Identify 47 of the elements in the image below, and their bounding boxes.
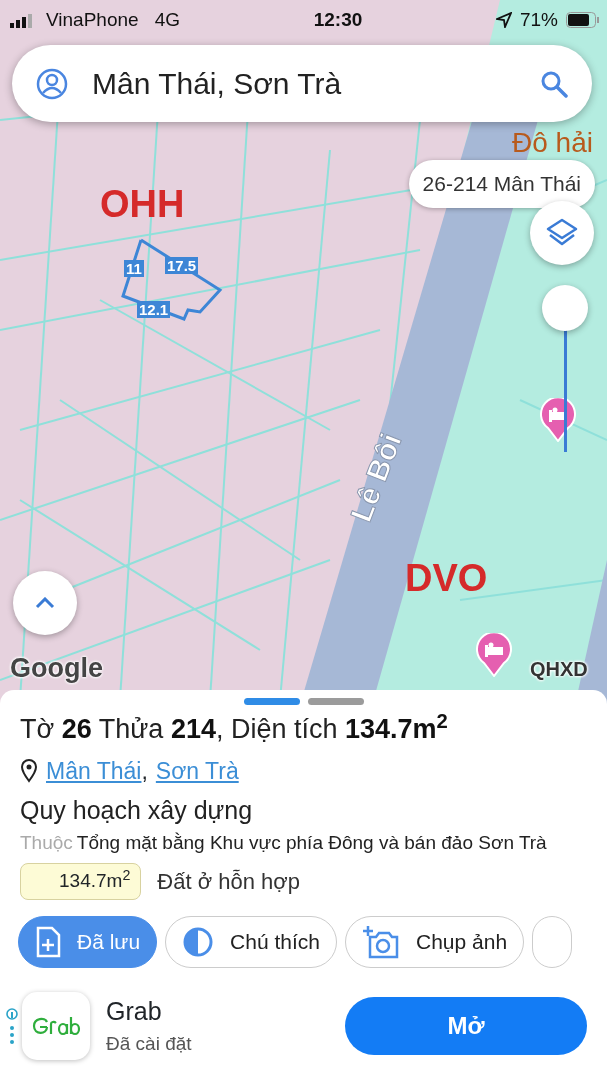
hotel-marker-icon[interactable] [476,633,512,677]
half-circle-icon [182,925,215,958]
plan-name: Tổng mặt bằng Khu vực phía Đông và bán đảo Sơn Trà [76,831,547,853]
battery-percent: 71% [519,8,558,32]
location-separator: , [141,756,148,786]
network-type: 4G [154,8,180,32]
map-label: OHH [100,182,185,227]
location-link[interactable]: Sơn Trà [155,753,239,788]
app-status: Đã cài đặt [106,1032,193,1057]
layer-tag: QHXD [530,654,588,684]
section-heading: Quy hoạch xây dựng [20,795,254,826]
info-icon[interactable] [6,1005,18,1046]
slider-track[interactable] [540,285,590,455]
location-pin-icon [20,758,38,783]
action-chip[interactable]: Chụp ảnh [345,915,525,968]
action-chip[interactable]: Chú thích [165,915,337,968]
parcel-length: 11 [124,260,144,277]
map-label: Lê Bôi [343,427,409,529]
belongs-label: Thuộc [20,831,73,853]
land-use: Đất ở hỗn hợp [157,867,300,896]
layers-icon [546,218,578,248]
open-app-button[interactable]: Mở [345,996,587,1055]
google-attribution: Google [10,652,103,685]
chevron-up-icon [35,597,55,609]
search-icon[interactable] [540,69,568,98]
parcel-title: Tờ 26 Thửa 214, Diện tích 134.7m$^{2}$ [20,709,449,746]
parcel-tag: 26-214 Mân Thái [408,160,595,208]
parcel-length: 12.1 [137,301,171,318]
map-label: Đô hải [512,126,593,160]
location-link[interactable]: Mân Thái [46,753,142,788]
map-label: DVO [405,556,488,601]
search-text: Mân Thái, Sơn Trà [92,66,343,102]
camera-plus-icon [362,924,400,959]
page-indicator[interactable] [307,698,364,705]
action-chip[interactable]: Đã lưu [18,915,158,968]
page-indicator[interactable] [243,698,300,705]
file-plus-icon [35,925,61,958]
battery-icon [566,12,600,29]
account-icon[interactable] [36,67,68,100]
carrier-name: VinaPhone [46,8,139,32]
app-name: Grab [106,995,163,1027]
area-badge: 134.7m$^{2}$ [20,863,142,900]
location-arrow-icon [495,12,512,29]
app-logo-icon [31,1014,81,1037]
clock: 12:30 [313,8,363,32]
search-bar[interactable]: Mân Thái, Sơn Trà [12,45,592,122]
parcel-length: 17.5 [165,257,199,274]
